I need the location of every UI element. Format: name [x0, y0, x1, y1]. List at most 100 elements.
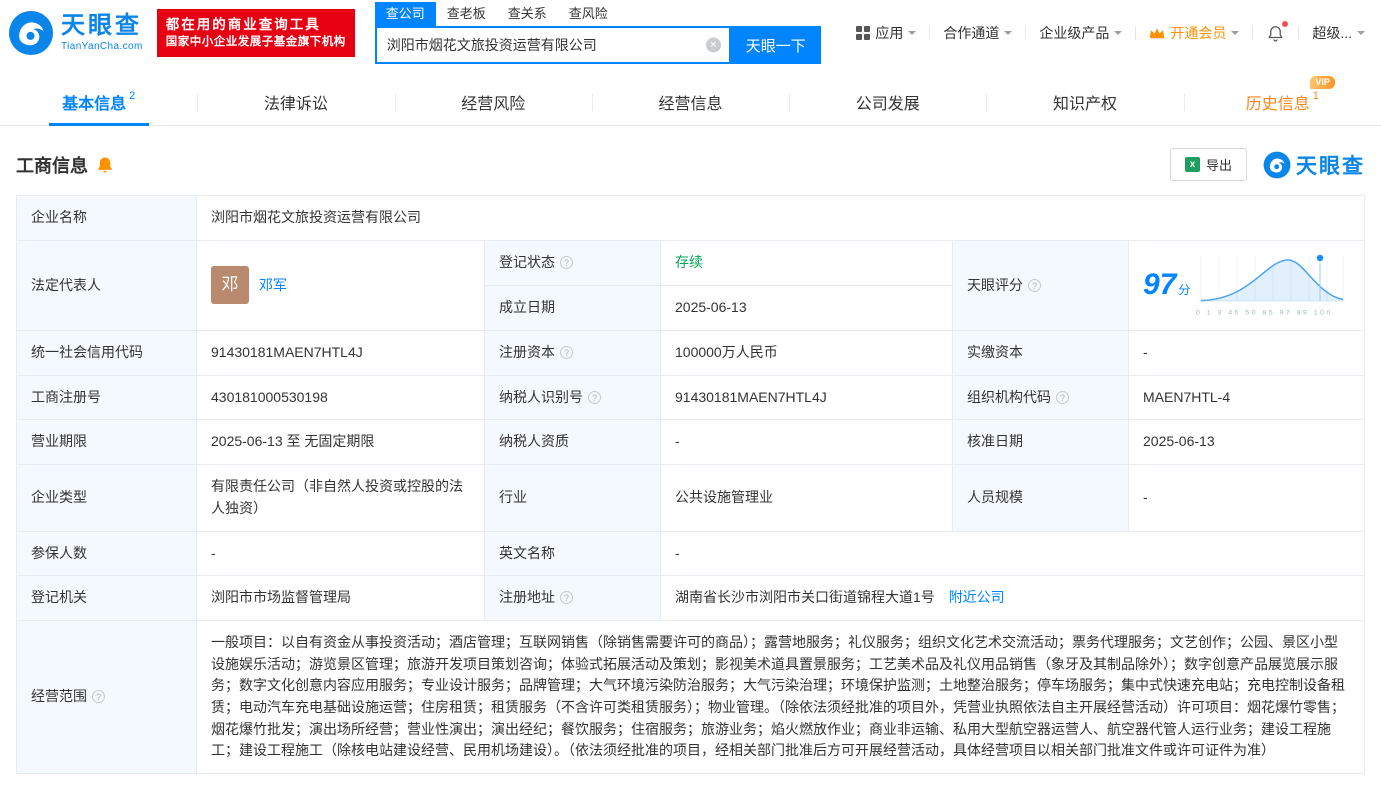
search-tab-risk[interactable]: 查风险	[558, 2, 619, 26]
value-org-code: MAEN7HTL-4	[1128, 374, 1365, 421]
tab-operation-info-label: 经营信息	[658, 95, 723, 113]
tab-basic-info[interactable]: 基本信息 2	[0, 78, 197, 125]
value-credit-code: 91430181MAEN7HTL4J	[196, 330, 485, 376]
notifications-bell[interactable]	[1266, 20, 1289, 43]
tab-basic-info-count: 2	[129, 89, 136, 102]
tab-history-info-label: 历史信息	[1245, 95, 1310, 113]
tab-history-info-count: 1	[1312, 89, 1319, 102]
label-credit-code: 统一社会信用代码	[16, 330, 197, 376]
search-input-wrap	[374, 26, 731, 64]
main-content: 工商信息 导出 天眼查	[0, 126, 1381, 775]
tab-operation-risk-label: 经营风险	[461, 95, 526, 113]
export-label: 导出	[1205, 158, 1232, 173]
status-badge: 存续	[675, 253, 703, 270]
vip-badge: VIP	[1310, 75, 1335, 90]
chevron-down-icon	[1004, 31, 1013, 39]
tab-legal-proceedings-label: 法律诉讼	[263, 95, 328, 113]
label-reg-number: 工商注册号	[16, 374, 197, 421]
help-icon[interactable]	[560, 255, 573, 269]
tab-intellectual-property[interactable]: 知识产权	[986, 78, 1183, 125]
value-english-name: -	[660, 530, 1365, 577]
nav-cooperation[interactable]: 合作通道	[943, 23, 1013, 43]
subscribe-bell-icon[interactable]	[96, 156, 114, 174]
divider	[1025, 26, 1027, 40]
help-icon[interactable]	[92, 690, 105, 704]
chevron-down-icon	[1357, 31, 1365, 39]
tab-basic-info-label: 基本信息	[62, 95, 127, 113]
value-approval-date: 2025-06-13	[1128, 419, 1365, 466]
crown-icon	[1150, 27, 1165, 38]
nav-cooperation-label: 合作通道	[943, 25, 1000, 41]
nav-apps[interactable]: 应用	[856, 23, 917, 43]
value-business-term: 2025-06-13 至 无固定期限	[196, 419, 485, 466]
legal-rep-name-link[interactable]: 邓军	[259, 275, 287, 297]
section-title: 工商信息	[16, 155, 88, 176]
search-tab-boss[interactable]: 查老板	[436, 2, 497, 26]
value-reg-capital: 100000万人民币	[660, 330, 953, 376]
value-paid-capital: -	[1128, 330, 1365, 376]
divider	[1135, 26, 1137, 40]
logo-domain: TianYanCha.com	[61, 41, 143, 52]
tab-history-info[interactable]: 历史信息 1 VIP	[1183, 75, 1381, 125]
notification-dot	[1282, 20, 1289, 27]
label-insured-count: 参保人数	[16, 530, 197, 577]
top-header: 天眼查 TianYanCha.com 都在用的商业查询工具 国家中小企业发展子基…	[0, 0, 1381, 66]
label-reg-capital: 注册资本	[484, 330, 661, 376]
value-staff-size: -	[1128, 464, 1365, 532]
nav-enterprise[interactable]: 企业级产品	[1039, 23, 1123, 43]
value-business-scope: 一般项目：以自有资金从事投资活动；酒店管理；互联网销售（除销售需要许可的商品）；…	[196, 619, 1365, 775]
search-input[interactable]	[374, 26, 731, 64]
score-axis: 0 1 3 45 50 85 97 99 100	[1196, 308, 1334, 317]
nav-super-vip[interactable]: 超级...	[1312, 23, 1365, 43]
help-icon[interactable]	[588, 390, 601, 404]
nav-apps-label: 应用	[875, 25, 904, 41]
search-area: 查公司 查老板 查关系 查风险 天眼一下	[374, 2, 821, 64]
chevron-down-icon	[908, 31, 917, 39]
label-business-term: 营业期限	[16, 419, 197, 466]
label-staff-size: 人员规模	[952, 464, 1129, 532]
help-icon[interactable]	[560, 591, 573, 605]
legal-rep-avatar[interactable]: 邓	[211, 266, 249, 305]
tab-operation-risk[interactable]: 经营风险	[394, 78, 592, 125]
help-icon[interactable]	[560, 346, 573, 360]
page-tabs: 基本信息 2 法律诉讼 经营风险 经营信息 公司发展 知识产权 历史信息 1 V…	[0, 75, 1381, 126]
tab-company-development[interactable]: 公司发展	[789, 78, 986, 125]
label-legal-rep: 法定代表人	[16, 239, 197, 332]
apps-grid-icon	[856, 26, 871, 40]
search-tab-company[interactable]: 查公司	[374, 2, 436, 26]
tab-operation-info[interactable]: 经营信息	[591, 78, 789, 125]
value-industry: 公共设施管理业	[660, 464, 953, 532]
tab-intellectual-property-label: 知识产权	[1053, 95, 1118, 113]
value-insured-count: -	[196, 530, 485, 577]
label-reg-address: 注册地址	[484, 575, 661, 621]
nearby-companies-link[interactable]: 附近公司	[949, 589, 1005, 605]
divider	[1298, 26, 1300, 40]
tianyancha-logo-icon	[8, 10, 54, 56]
search-tabs: 查公司 查老板 查关系 查风险	[374, 2, 821, 26]
page: 天眼查 TianYanCha.com 都在用的商业查询工具 国家中小企业发展子基…	[0, 0, 1381, 775]
help-icon[interactable]	[1028, 278, 1041, 292]
tab-legal-proceedings[interactable]: 法律诉讼	[197, 78, 394, 125]
logo-name: 天眼查	[61, 12, 142, 39]
value-reg-number: 430181000530198	[196, 374, 485, 421]
value-taxpayer-quality: -	[660, 419, 953, 466]
logo-text: 天眼查 TianYanCha.com	[61, 12, 143, 53]
export-button[interactable]: 导出	[1169, 148, 1247, 181]
clear-icon[interactable]	[705, 37, 721, 53]
nav-vip-upgrade[interactable]: 开通会员	[1149, 23, 1240, 43]
tianyancha-logo[interactable]: 天眼查 TianYanCha.com	[8, 10, 143, 56]
label-industry: 行业	[484, 464, 661, 532]
help-icon[interactable]	[1056, 390, 1069, 404]
divider	[1252, 26, 1254, 40]
search-tab-relation[interactable]: 查关系	[497, 2, 558, 26]
nav-super-label: 超级...	[1312, 25, 1352, 41]
label-company-name: 企业名称	[16, 195, 197, 241]
value-company-name: 浏阳市烟花文旅投资运营有限公司	[196, 195, 1365, 241]
label-score: 天眼评分	[952, 239, 1129, 332]
search-row: 天眼一下	[374, 26, 821, 64]
search-button[interactable]: 天眼一下	[730, 26, 821, 64]
business-info-table: 企业名称 浏阳市烟花文旅投资运营有限公司 法定代表人 邓 邓军 登记状态 存续 …	[16, 195, 1365, 775]
value-reg-address: 湖南省长沙市浏阳市关口街道锦程大道1号 附近公司	[660, 575, 1365, 621]
score-value[interactable]: 97 分	[1143, 262, 1190, 309]
label-paid-capital: 实缴资本	[952, 330, 1129, 376]
